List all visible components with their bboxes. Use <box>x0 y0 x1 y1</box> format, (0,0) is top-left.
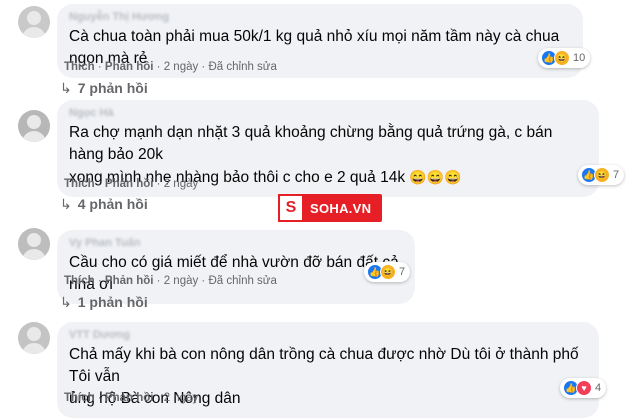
comment-text-line: Ra chợ mạnh dạn nhặt 3 quả khoảng chừng … <box>69 124 553 163</box>
comment-actions: Thích · Phản hồi · 2 ngày · Đã chỉnh sửa <box>64 275 277 287</box>
view-replies-link[interactable]: ↳ 7 phản hồi <box>60 80 148 97</box>
haha-icon: 😆 <box>594 167 610 183</box>
like-button[interactable]: Thích <box>64 275 95 287</box>
reaction-summary[interactable]: 👍 ♥ 4 <box>560 378 607 398</box>
timestamp[interactable]: 2 ngày <box>164 61 199 73</box>
emoji: 😄😄😄 <box>409 169 462 185</box>
edited-label: Đã chỉnh sửa <box>208 61 277 73</box>
soha-watermark: S SOHA.VN <box>278 194 382 222</box>
reply-arrow-icon: ↳ <box>60 80 72 96</box>
comment-actions: Thích · Phản hồi · 2 ngày · Đã chỉnh sửa <box>64 61 277 73</box>
comment-actions: Thích · Phản hồi · 2 ngày <box>64 392 199 404</box>
reaction-summary[interactable]: 👍 😆 7 <box>578 165 625 185</box>
comment-author[interactable]: Vy Phan Tuấn <box>69 236 403 250</box>
reply-arrow-icon: ↳ <box>60 196 72 212</box>
reaction-summary[interactable]: 👍 😆 10 <box>538 48 591 68</box>
haha-icon: 😆 <box>380 264 396 280</box>
reply-button[interactable]: Phản hồi <box>105 392 154 404</box>
comment-author[interactable]: VTT Dương <box>69 328 587 342</box>
reaction-count: 4 <box>595 382 602 394</box>
timestamp[interactable]: 2 ngày <box>164 392 199 404</box>
avatar[interactable] <box>18 322 50 354</box>
like-button[interactable]: Thích <box>64 392 95 404</box>
reaction-summary[interactable]: 👍 😆 7 <box>364 262 411 282</box>
edited-label: Đã chỉnh sửa <box>208 275 277 287</box>
love-icon: ♥ <box>576 380 592 396</box>
view-replies-link[interactable]: ↳ 4 phản hồi <box>60 196 148 213</box>
comment-text: Cầu cho có giá miết để nhà vườn đỡ bán đ… <box>69 254 399 293</box>
reaction-count: 7 <box>613 169 620 181</box>
reply-arrow-icon: ↳ <box>60 294 72 310</box>
like-button[interactable]: Thích <box>64 178 95 190</box>
soha-logo-icon: S <box>278 194 304 222</box>
avatar[interactable] <box>18 228 50 260</box>
timestamp[interactable]: 2 ngày <box>164 275 199 287</box>
comment-actions: Thích · Phản hồi · 2 ngày <box>64 178 199 190</box>
reaction-count: 10 <box>573 52 586 64</box>
watermark-text: SOHA.VN <box>310 200 372 216</box>
avatar[interactable] <box>18 110 50 142</box>
timestamp[interactable]: 2 ngày <box>164 178 199 190</box>
reply-button[interactable]: Phản hồi <box>105 178 154 190</box>
comment-bubble: Vy Phan Tuấn Cầu cho có giá miết để nhà … <box>57 230 415 304</box>
comment-text-line: Chả mấy khi bà con nông dân trồng cà chu… <box>69 346 579 385</box>
like-button[interactable]: Thích <box>64 61 95 73</box>
comment-author[interactable]: Nguyễn Thị Hương <box>69 10 571 24</box>
view-replies-link[interactable]: ↳ 1 phản hồi <box>60 294 148 311</box>
reply-button[interactable]: Phản hồi <box>105 275 154 287</box>
comment-author[interactable]: Ngọc Hà <box>69 106 587 120</box>
reaction-count: 7 <box>399 266 406 278</box>
haha-icon: 😆 <box>554 50 570 66</box>
avatar[interactable] <box>18 6 50 38</box>
reply-button[interactable]: Phản hồi <box>105 61 154 73</box>
